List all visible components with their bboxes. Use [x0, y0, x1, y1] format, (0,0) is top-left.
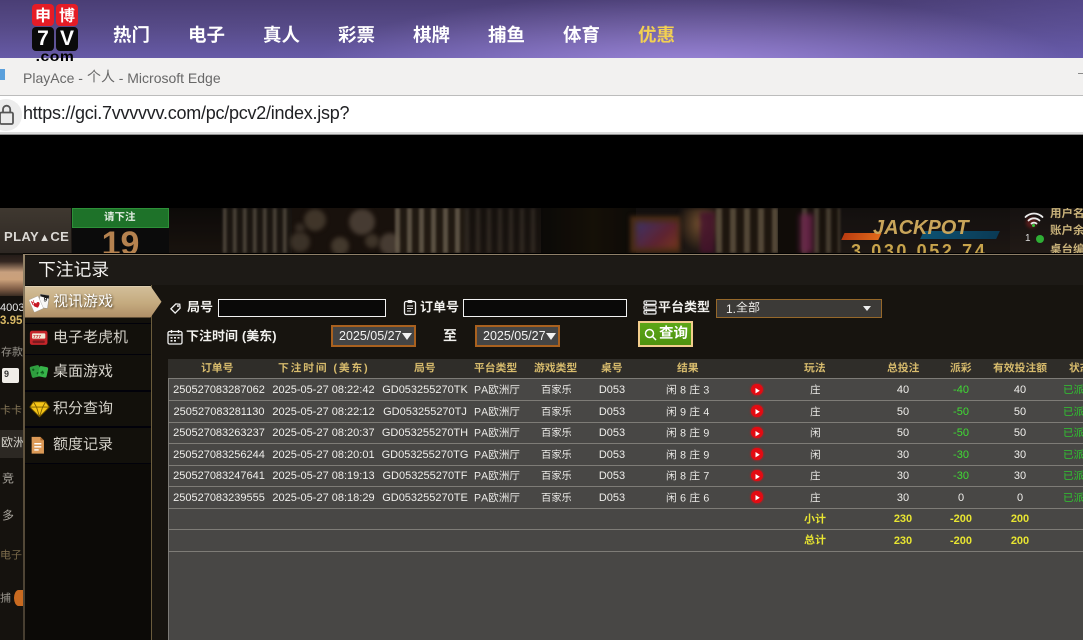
svg-text:777: 777: [33, 334, 41, 340]
